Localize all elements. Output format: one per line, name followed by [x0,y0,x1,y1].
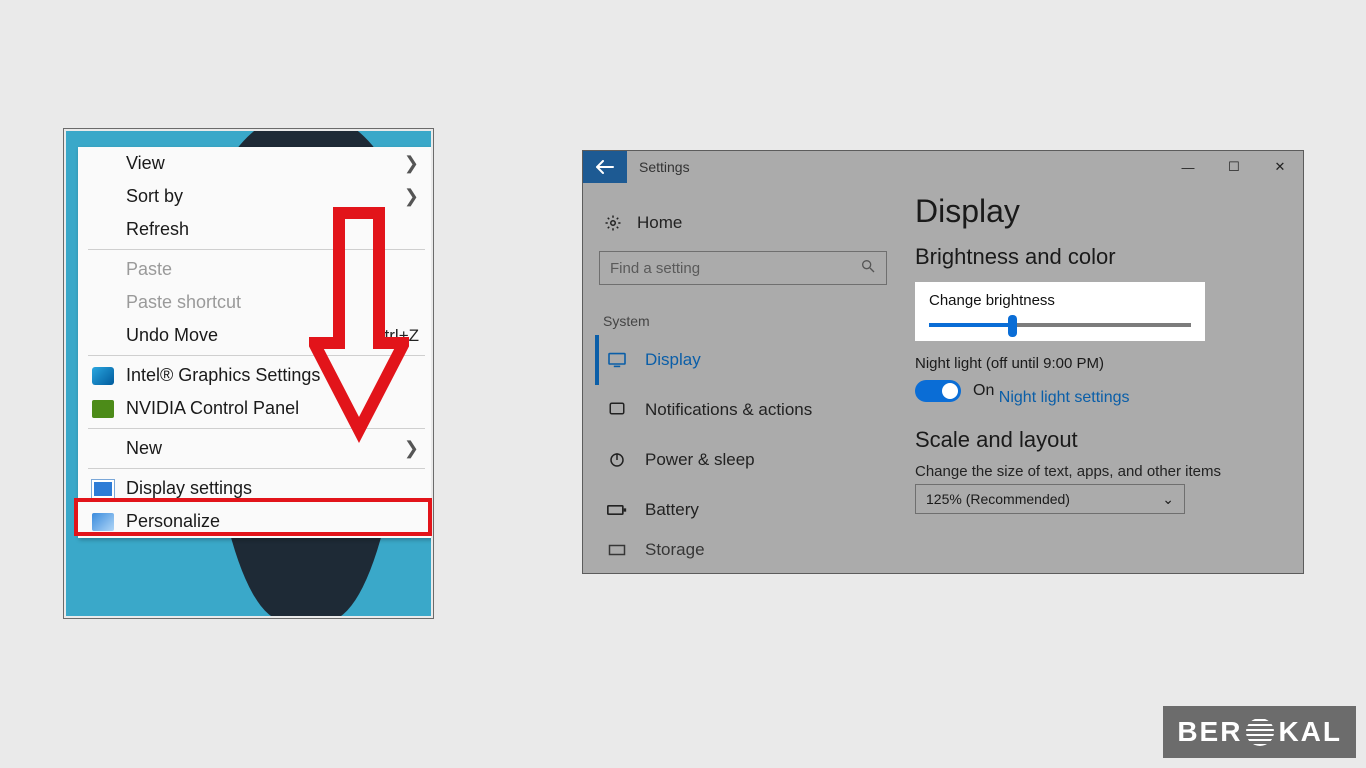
intel-icon [92,367,114,385]
toggle-pill-icon [915,380,961,402]
sidebar-home-label: Home [637,213,682,233]
sidebar-item-home[interactable]: Home [595,203,895,243]
menu-label: Sort by [126,186,183,207]
watermark-prefix: BER [1177,716,1242,748]
search-icon [860,258,876,278]
menu-label: Undo Move [126,325,218,346]
section-heading-scale: Scale and layout [915,427,1291,453]
titlebar: Settings — ☐ ✕ [583,151,1303,183]
menu-item-undo-move[interactable]: Undo Move Ctrl+Z [78,319,431,352]
chevron-down-icon: ⌄ [1162,491,1174,508]
menu-item-paste: Paste [78,253,431,286]
power-icon [607,452,627,468]
menu-item-new[interactable]: New ❯ [78,432,431,465]
menu-item-display-settings[interactable]: Display settings [78,472,431,505]
storage-icon [607,542,627,558]
sidebar-item-label: Storage [645,540,705,560]
maximize-button[interactable]: ☐ [1211,151,1257,183]
menu-label: Intel® Graphics Settings [126,365,320,386]
search-placeholder: Find a setting [610,260,700,277]
menu-label: View [126,153,165,174]
watermark-logo: BER KAL [1163,706,1356,758]
left-screenshot-panel: View ❯ Sort by ❯ Refresh Paste Paste sho… [63,128,434,619]
back-button[interactable] [583,151,627,183]
night-light-label: Night light (off until 9:00 PM) [915,355,1291,372]
menu-item-nvidia-panel[interactable]: NVIDIA Control Panel [78,392,431,425]
menu-separator [88,355,425,356]
brightness-highlight-box: Change brightness [915,282,1205,341]
settings-sidebar: Home Find a setting System Display Notif… [595,203,895,565]
settings-content: Display Brightness and color Change brig… [915,191,1291,573]
night-light-settings-link[interactable]: Night light settings [999,389,1130,407]
monitor-icon [607,352,627,368]
night-light-toggle[interactable]: On [915,380,994,402]
arrow-left-icon [596,160,614,174]
sidebar-item-display[interactable]: Display [595,335,895,385]
notifications-icon [607,402,627,418]
chevron-right-icon: ❯ [404,186,419,207]
window-title: Settings [639,159,690,175]
sidebar-item-label: Notifications & actions [645,400,812,420]
menu-label: Refresh [126,219,189,240]
menu-label: Personalize [126,511,220,532]
menu-item-paste-shortcut: Paste shortcut [78,286,431,319]
section-heading-brightness: Brightness and color [915,244,1291,270]
menu-item-personalize[interactable]: Personalize [78,505,431,538]
menu-item-refresh[interactable]: Refresh [78,213,431,246]
menu-label: Paste shortcut [126,292,241,313]
scale-combobox[interactable]: 125% (Recommended) ⌄ [915,484,1185,514]
menu-label: Display settings [126,478,252,499]
battery-icon [607,502,627,518]
sidebar-item-battery[interactable]: Battery [595,485,895,535]
search-input[interactable]: Find a setting [599,251,887,285]
sidebar-item-power-sleep[interactable]: Power & sleep [595,435,895,485]
menu-separator [88,428,425,429]
sidebar-item-notifications[interactable]: Notifications & actions [595,385,895,435]
gear-icon [603,215,623,231]
menu-label: Paste [126,259,172,280]
menu-label: NVIDIA Control Panel [126,398,299,419]
personalize-icon [92,513,114,531]
watermark-suffix: KAL [1278,716,1342,748]
combobox-value: 125% (Recommended) [926,491,1070,507]
sidebar-item-storage[interactable]: Storage [595,535,895,565]
scale-description: Change the size of text, apps, and other… [915,463,1291,480]
toggle-state-label: On [973,382,994,400]
minimize-button[interactable]: — [1165,151,1211,183]
desktop-context-menu: View ❯ Sort by ❯ Refresh Paste Paste sho… [78,147,431,538]
menu-shortcut: Ctrl+Z [372,326,419,346]
settings-window: Settings — ☐ ✕ Home Find a setting Syste… [582,150,1304,574]
menu-item-sort-by[interactable]: Sort by ❯ [78,180,431,213]
menu-item-view[interactable]: View ❯ [78,147,431,180]
menu-separator [88,468,425,469]
sidebar-category-label: System [603,313,895,329]
sidebar-item-label: Battery [645,500,699,520]
chevron-right-icon: ❯ [404,153,419,174]
nvidia-icon [92,400,114,418]
brightness-slider[interactable] [929,323,1191,327]
display-settings-icon [92,480,114,498]
menu-label: New [126,438,162,459]
page-heading: Display [915,193,1291,230]
menu-separator [88,249,425,250]
window-controls: — ☐ ✕ [1165,151,1303,183]
close-button[interactable]: ✕ [1257,151,1303,183]
slider-fill [929,323,1008,327]
chevron-right-icon: ❯ [404,438,419,459]
desktop-wallpaper: View ❯ Sort by ❯ Refresh Paste Paste sho… [66,131,431,616]
sidebar-item-label: Power & sleep [645,450,755,470]
slider-thumb[interactable] [1008,315,1017,337]
sidebar-item-label: Display [645,350,701,370]
menu-item-intel-graphics[interactable]: Intel® Graphics Settings [78,359,431,392]
brightness-label: Change brightness [929,292,1191,309]
watermark-blob-icon [1246,718,1274,746]
